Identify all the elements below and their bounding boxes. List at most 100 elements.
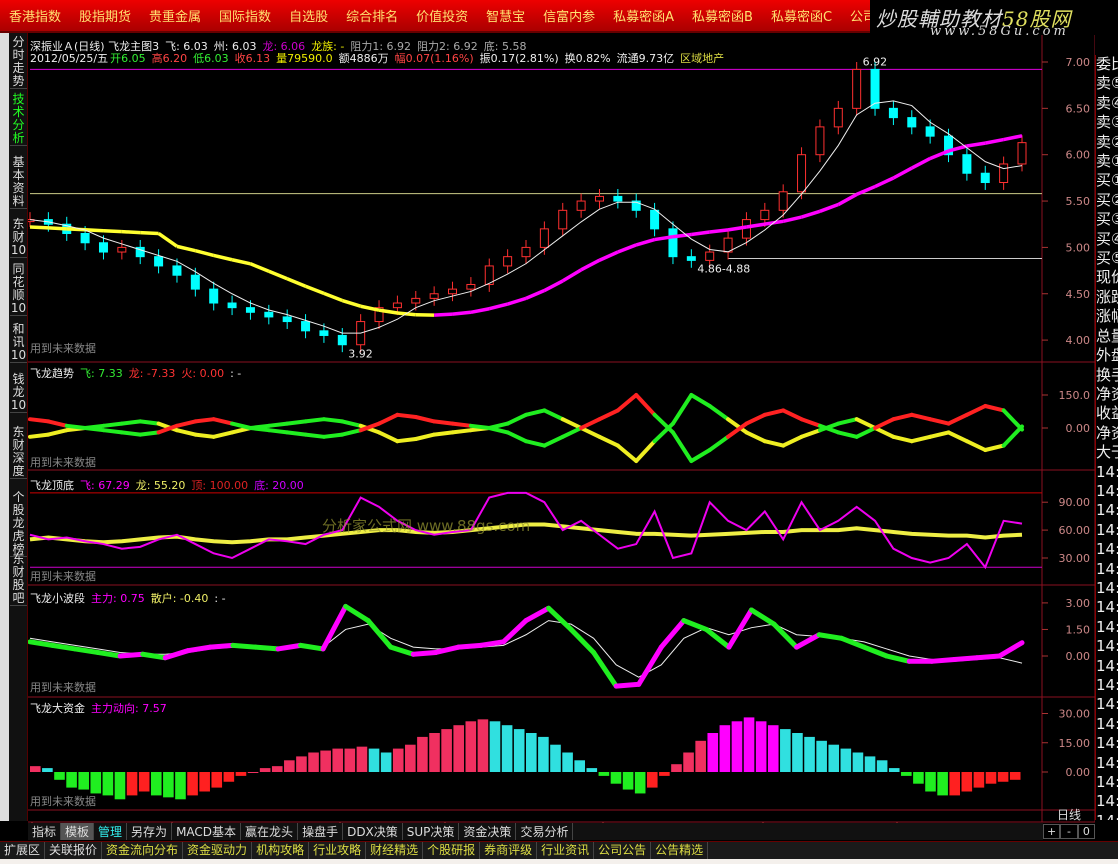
trend-huo: 火: 0.00	[181, 367, 225, 380]
left-tab[interactable]: 个股龙虎榜	[10, 491, 27, 557]
candle-body	[613, 195, 623, 202]
moving-average-segment	[1003, 134, 1023, 142]
menu-item[interactable]: 私募密函C	[762, 6, 841, 25]
extension-tab[interactable]: 扩展区	[0, 842, 46, 859]
zoom-button[interactable]: -	[1060, 824, 1078, 839]
trend-fei-segment	[46, 428, 69, 437]
indicator-tab[interactable]: MACD基本	[172, 823, 242, 840]
extension-tab[interactable]: 券商评级	[480, 842, 538, 859]
panel-title: 飞龙趋势	[30, 367, 74, 380]
candle-body	[429, 293, 439, 299]
capital-bar	[888, 768, 900, 772]
wave-zhuli-segment	[996, 640, 1025, 659]
quote-row-label: 14:	[1096, 753, 1118, 772]
indicator-tab[interactable]: 赢在龙头	[241, 823, 299, 840]
quote-row-label: 现价	[1096, 268, 1118, 287]
indicator-tab[interactable]: 交易分析	[516, 823, 574, 840]
wave-zhuli-segment	[500, 618, 529, 645]
extension-tab[interactable]: 公司公告	[594, 842, 652, 859]
menu-item[interactable]: 自选股	[280, 6, 337, 25]
moving-average-segment	[892, 166, 913, 180]
menu-item[interactable]: 智慧宝	[477, 6, 534, 25]
extension-tab[interactable]: 行业资讯	[537, 842, 595, 859]
chart-area[interactable]: 7.00 6.50 6.00 5.50 5.00 4.50 4.00 150.0 0.00 90.…	[28, 35, 1095, 825]
trend-fei-segment	[193, 432, 216, 439]
wave-zhuli-segment	[162, 648, 191, 661]
menu-item[interactable]: 综合排名	[337, 6, 407, 25]
trend-long-segment	[101, 428, 124, 435]
indicator-tab[interactable]: DDX决策	[343, 823, 403, 840]
left-tab[interactable]: 技术分析	[10, 93, 27, 146]
period-label[interactable]: 日线	[1043, 806, 1095, 822]
trend-long-segment	[560, 426, 584, 439]
left-tab[interactable]: 同花顺10	[10, 263, 27, 316]
trend-long-segment	[266, 428, 290, 435]
axis-tick-label: 90.00	[1059, 496, 1091, 509]
extension-tab[interactable]: 个股研报	[423, 842, 481, 859]
indicator-tab[interactable]: SUP决策	[403, 823, 460, 840]
left-scrollbar[interactable]	[0, 33, 9, 821]
capital-bar	[296, 756, 307, 772]
left-tab[interactable]: 和讯10	[10, 323, 27, 363]
menu-item[interactable]: 私募密函B	[683, 6, 762, 25]
moving-average-segment	[213, 253, 233, 262]
watermark-logo: 炒股輔助教材58股网 www.58Gu.com	[870, 0, 1118, 39]
indicator-tab[interactable]: 指标	[28, 823, 62, 840]
indicator-tab[interactable]: 操盘手	[298, 823, 344, 840]
wave-zhuli-segment	[884, 653, 912, 664]
capital-bar	[126, 772, 138, 796]
indicator-tab[interactable]: 另存为	[127, 823, 173, 840]
capital-bar	[223, 772, 235, 782]
trend-long-segment	[395, 412, 418, 419]
candle-body	[282, 316, 292, 323]
capital-bar	[550, 744, 561, 772]
left-tab[interactable]: 基本资料	[10, 156, 27, 209]
wave-zhuli-segment	[794, 632, 822, 650]
moving-average-segment	[617, 243, 637, 254]
indicator-tab[interactable]: 管理	[94, 823, 128, 840]
sector[interactable]: 区域地产	[680, 52, 724, 65]
capital-bar	[864, 756, 876, 772]
trend-long-segment	[83, 426, 106, 433]
menu-item[interactable]: 国际指数	[210, 6, 280, 25]
extension-tab[interactable]: 机构攻略	[252, 842, 310, 859]
left-tab[interactable]: 分时走势	[10, 36, 27, 89]
future-data-note: 用到未来数据	[30, 455, 96, 469]
trend-fei-segment	[964, 439, 988, 452]
menu-item[interactable]: 贵重金属	[140, 6, 210, 25]
candle-body	[686, 256, 696, 261]
moving-average-segment	[176, 244, 196, 253]
menu-item[interactable]: 私募密函A	[604, 6, 683, 25]
trend-fei-segment	[321, 417, 345, 424]
menu-item[interactable]: 价值投资	[407, 6, 477, 25]
wave-zhuli-segment	[298, 642, 326, 652]
menu-item[interactable]: 股指期货	[70, 6, 140, 25]
left-tab[interactable]: 东财深度	[10, 426, 27, 479]
extension-tab[interactable]: 资金驱动力	[183, 842, 253, 859]
candle-body	[301, 321, 311, 332]
menu-item[interactable]: 香港指数	[0, 6, 70, 25]
extension-tab[interactable]: 资金流向分布	[102, 842, 184, 859]
left-tab[interactable]: 钱龙10	[10, 373, 27, 413]
extension-tab[interactable]: 公告精选	[651, 842, 709, 859]
capital-bar	[392, 748, 404, 772]
menu-item[interactable]: 信富内参	[534, 6, 604, 25]
indicator-tab[interactable]: 资金决策	[459, 823, 517, 840]
indicator-tab[interactable]: 模板	[61, 823, 95, 840]
extension-tab[interactable]: 关联报价	[45, 842, 103, 859]
axis-tick-label: 6.00	[1066, 149, 1091, 162]
extension-tab[interactable]: 行业攻略	[309, 842, 367, 859]
moving-average-segment	[249, 262, 270, 273]
extension-tab[interactable]: 财经精选	[366, 842, 424, 859]
left-tab[interactable]: 东财股吧	[10, 553, 27, 606]
zoom-button[interactable]: +	[1043, 824, 1061, 839]
trend-fei-segment	[266, 421, 290, 428]
topbot-fei: 飞: 67.29	[80, 479, 130, 492]
trend-long-segment	[340, 428, 363, 437]
capital-bar	[792, 733, 803, 772]
left-tab[interactable]: 东财10	[10, 218, 27, 258]
zoom-button[interactable]: 0	[1077, 824, 1095, 839]
wave-zhuli-segment	[343, 603, 371, 624]
trend-fei-segment	[615, 443, 639, 463]
moving-average-segment	[561, 268, 583, 283]
